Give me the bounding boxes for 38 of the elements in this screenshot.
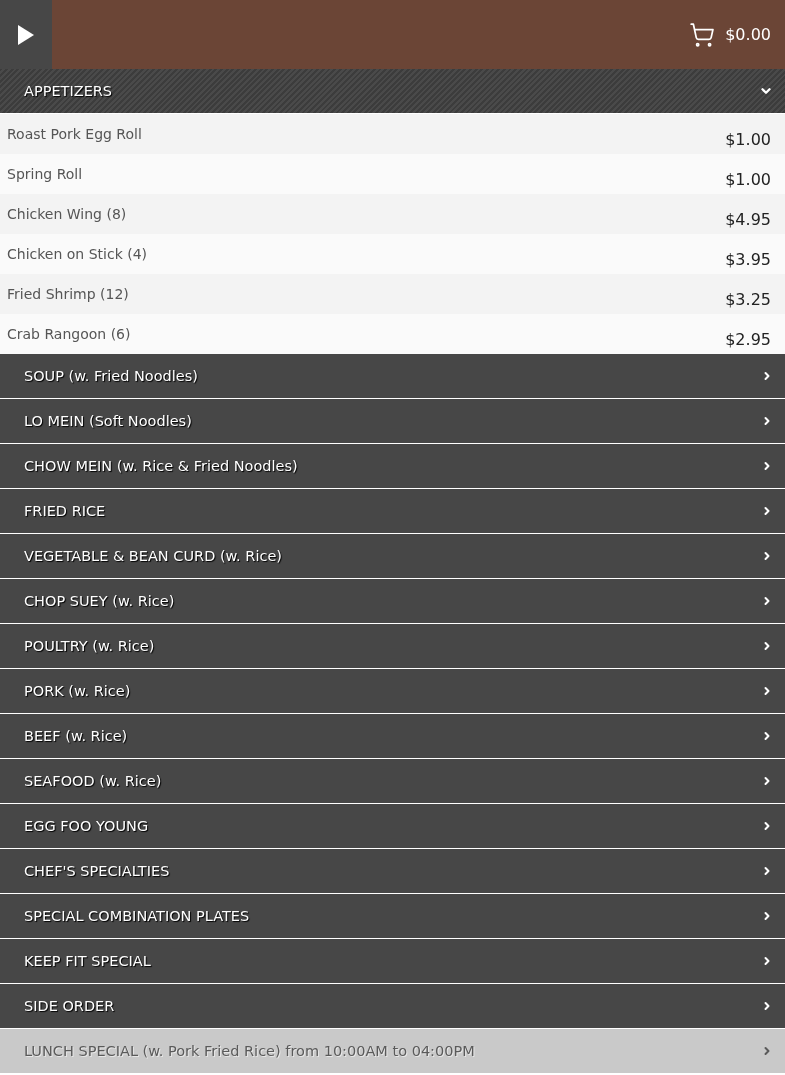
menu-item-row[interactable]: Crab Rangoon (6) $2.95 xyxy=(0,314,785,354)
category-header[interactable]: SIDE ORDER xyxy=(0,984,785,1029)
item-price: $2.95 xyxy=(725,329,771,351)
item-name: Chicken Wing (8) xyxy=(7,205,128,224)
menu-item-row[interactable]: Fried Shrimp (12) $3.25 xyxy=(0,274,785,314)
category-header[interactable]: VEGETABLE & BEAN CURD (w. Rice) xyxy=(0,534,785,579)
category-header[interactable]: SOUP (w. Fried Noodles) xyxy=(0,354,785,399)
item-name: Crab Rangoon (6) xyxy=(7,325,132,344)
item-price: $1.00 xyxy=(725,129,771,151)
category-header[interactable]: CHOW MEIN (w. Rice & Fried Noodles) xyxy=(0,444,785,489)
item-price: $1.00 xyxy=(725,169,771,191)
play-icon xyxy=(18,24,34,45)
menu-item-row[interactable]: Roast Pork Egg Roll $1.00 xyxy=(0,114,785,154)
item-price: $3.95 xyxy=(725,249,771,271)
category-header[interactable]: CHEF'S SPECIALTIES xyxy=(0,849,785,894)
category-header[interactable]: KEEP FIT SPECIAL xyxy=(0,939,785,984)
category-header[interactable]: SPECIAL COMBINATION PLATES xyxy=(0,894,785,939)
category-header[interactable]: PORK (w. Rice) xyxy=(0,669,785,714)
item-name: Fried Shrimp (12) xyxy=(7,285,130,304)
item-price: $4.95 xyxy=(725,209,771,231)
item-name: Spring Roll xyxy=(7,165,84,184)
category-header[interactable]: EGG FOO YOUNG xyxy=(0,804,785,849)
category-header[interactable]: CHOP SUEY (w. Rice) xyxy=(0,579,785,624)
item-price: $3.25 xyxy=(725,289,771,311)
menu-item-row[interactable]: Chicken on Stick (4) $3.95 xyxy=(0,234,785,274)
category-header[interactable]: APPETIZERS xyxy=(0,69,785,114)
menu-button[interactable] xyxy=(0,0,52,69)
item-name: Roast Pork Egg Roll xyxy=(7,125,143,144)
category-header[interactable]: POULTRY (w. Rice) xyxy=(0,624,785,669)
cart-button[interactable]: $0.00 xyxy=(689,0,785,69)
cart-icon xyxy=(689,21,716,48)
item-name: Chicken on Stick (4) xyxy=(7,245,149,264)
category-header[interactable]: FRIED RICE xyxy=(0,489,785,534)
category-header[interactable]: SEAFOOD (w. Rice) xyxy=(0,759,785,804)
category-header[interactable]: LO MEIN (Soft Noodles) xyxy=(0,399,785,444)
category-header[interactable]: BEEF (w. Rice) xyxy=(0,714,785,759)
menu-item-row[interactable]: Spring Roll $1.00 xyxy=(0,154,785,194)
menu-item-row[interactable]: Chicken Wing (8) $4.95 xyxy=(0,194,785,234)
